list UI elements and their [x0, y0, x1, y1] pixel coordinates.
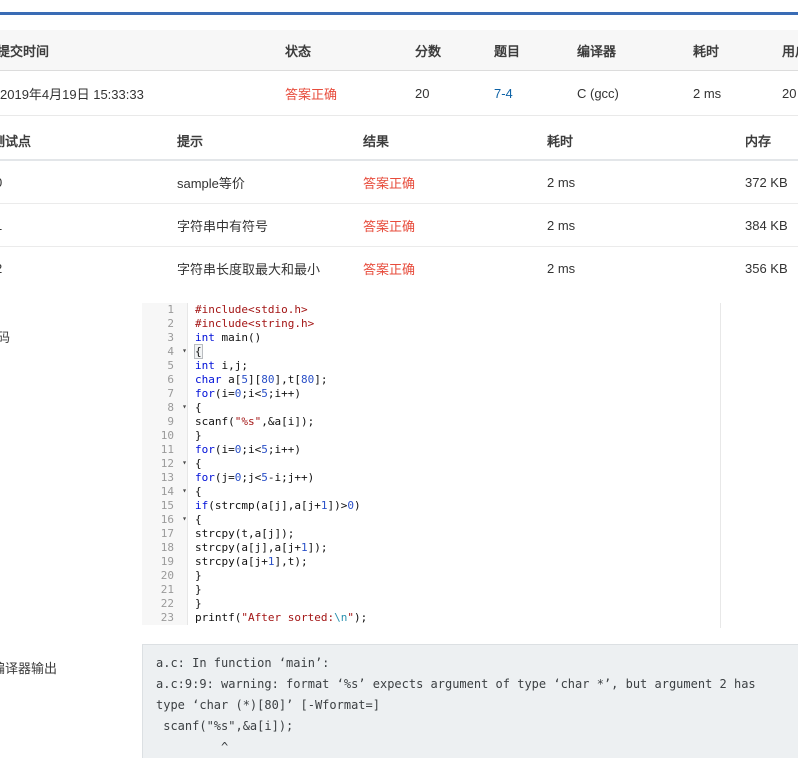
- code-fold-icon[interactable]: ▾: [182, 484, 187, 498]
- col-tc-elapsed: 耗时: [547, 133, 574, 149]
- code-fold-icon[interactable]: ▾: [182, 400, 187, 414]
- col-elapsed: 耗时: [693, 43, 720, 59]
- code-label: 代码: [0, 330, 11, 345]
- testcase-memory: 356 KB: [745, 261, 788, 276]
- testcase-row: 2 字符串长度取最大和最小 答案正确 2 ms 356 KB: [0, 247, 798, 290]
- col-user: 用户: [782, 43, 798, 59]
- col-testcase: 测试点: [0, 133, 32, 149]
- testcase-result: 答案正确: [363, 262, 416, 277]
- code-editor[interactable]: 1 #include<stdio.h> 2 #include<string.h> 3 in…: [142, 303, 721, 628]
- submission-detail-page: 提交时间 状态 分数 题目 编译器 耗时 用户 2019年4月19日 15:33…: [0, 0, 798, 758]
- user-value: 20: [782, 85, 797, 101]
- compiler-output-label: 编译器输出: [0, 661, 58, 676]
- testcases-table: 测试点 提示 结果 耗时 内存 0 sample等价 答案正确 2 ms 372…: [0, 121, 798, 290]
- testcases-table-header: 测试点 提示 结果 耗时 内存: [0, 121, 798, 161]
- col-hint: 提示: [177, 133, 204, 149]
- score-value: 20: [415, 85, 430, 101]
- submit-time: 2019年4月19日 15:33:33: [0, 86, 144, 102]
- testcase-memory: 384 KB: [745, 217, 788, 233]
- testcase-result: 答案正确: [363, 218, 416, 234]
- testcase-elapsed: 2 ms: [547, 174, 576, 190]
- submission-table-header: 提交时间 状态 分数 题目 编译器 耗时 用户: [0, 30, 798, 71]
- testcase-id: 1: [0, 218, 2, 233]
- col-result: 结果: [363, 133, 390, 149]
- compiler-output-box: a.c: In function ‘main’: a.c:9:9: warning…: [142, 644, 798, 758]
- testcase-hint: sample等价: [177, 175, 245, 191]
- testcase-row: 1 字符串中有符号 答案正确 2 ms 384 KB: [0, 204, 798, 247]
- testcase-id: 0: [0, 175, 2, 190]
- col-problem: 题目: [494, 43, 521, 59]
- testcase-hint: 字符串长度取最大和最小: [177, 262, 321, 277]
- testcase-memory: 372 KB: [745, 174, 788, 190]
- submission-row: 2019年4月19日 15:33:33 答案正确 20 7-4 C (gcc) …: [0, 71, 798, 116]
- code-fold-icon[interactable]: ▾: [182, 512, 187, 526]
- col-compiler: 编译器: [577, 43, 617, 59]
- col-submit-time: 提交时间: [0, 43, 50, 59]
- testcase-elapsed: 2 ms: [547, 261, 576, 276]
- code-fold-icon[interactable]: ▾: [182, 344, 187, 358]
- col-memory: 内存: [745, 133, 772, 149]
- col-status: 状态: [285, 43, 312, 59]
- code-fold-icon[interactable]: ▾: [182, 456, 187, 470]
- submission-table: 提交时间 状态 分数 题目 编译器 耗时 用户 2019年4月19日 15:33…: [0, 30, 798, 116]
- col-score: 分数: [415, 43, 442, 59]
- testcase-hint: 字符串中有符号: [177, 218, 269, 234]
- status-badge: 答案正确: [285, 86, 338, 102]
- elapsed-value: 2 ms: [693, 85, 722, 101]
- code-section: 代码 1#include<stdio.h>2#include<string.h>…: [0, 303, 798, 628]
- testcase-elapsed: 2 ms: [547, 217, 576, 233]
- compiler-value: C (gcc): [577, 85, 619, 101]
- testcase-result: 答案正确: [363, 175, 416, 191]
- testcase-id: 2: [0, 261, 2, 276]
- compiler-output-section: 编译器输出 a.c: In function ‘main’:a.c:9:9: w…: [0, 644, 798, 758]
- testcase-row: 0 sample等价 答案正确 2 ms 372 KB: [0, 161, 798, 204]
- problem-link[interactable]: 7-4: [494, 86, 513, 101]
- top-blue-rule: [0, 0, 798, 15]
